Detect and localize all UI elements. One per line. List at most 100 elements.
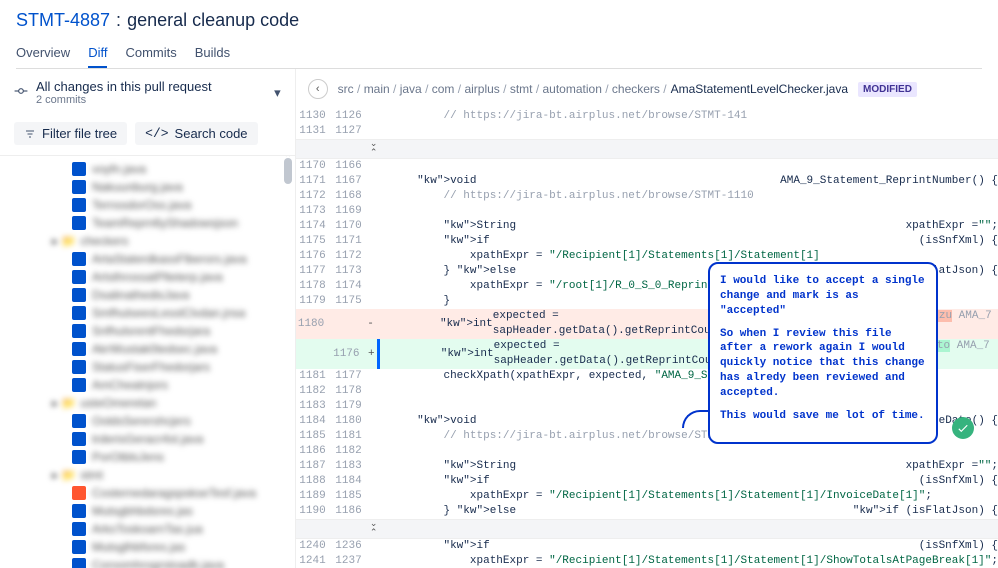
file-icon — [72, 360, 86, 374]
breadcrumb-part[interactable]: com — [432, 82, 455, 96]
line-no-new: 1176 — [331, 347, 366, 362]
ticket-link[interactable]: STMT-4887 — [16, 10, 110, 31]
tree-file[interactable]: SmfhulseesLesslClvdan.jnsa — [10, 304, 295, 322]
changes-selector[interactable]: All changes in this pull request 2 commi… — [0, 69, 295, 116]
breadcrumb-part[interactable]: stmt — [510, 82, 533, 96]
tab-commits[interactable]: Commits — [125, 39, 176, 68]
breadcrumb-part[interactable]: main — [364, 82, 390, 96]
title-text: general cleanup code — [127, 10, 299, 31]
line-no-old: 1175 — [296, 234, 332, 249]
line-no-new: 1180 — [332, 414, 368, 429]
line-no-new: 1236 — [332, 539, 368, 554]
code-line: 11871183 "kw">String xpathExpr = ""; — [296, 459, 998, 474]
tree-folder[interactable]: ▸ 📁 stmt — [10, 466, 295, 484]
tree-folder[interactable]: ▸ 📁 checkers — [10, 232, 295, 250]
filter-tree-button[interactable]: Filter file tree — [14, 122, 127, 145]
tree-file[interactable]: Mutsglhbfsres.jas — [10, 538, 295, 556]
diff-panel: ‹ src / main / java / com / airplus / st… — [296, 69, 998, 568]
breadcrumb-part[interactable]: java — [400, 82, 422, 96]
file-icon — [72, 504, 86, 518]
code-line: 11881184 "kw">if (isSnfXml) { — [296, 474, 998, 489]
breadcrumb-part[interactable]: checkers — [612, 82, 660, 96]
file-label: trderisGeracr4st.java — [92, 432, 203, 446]
tree-scrollbar[interactable] — [281, 156, 295, 568]
file-label: StatusFiserFhedorjars — [92, 360, 210, 374]
tree-file[interactable]: trderisGeracr4st.java — [10, 430, 295, 448]
code-line: 12401236 "kw">if (isSnfXml) { — [296, 539, 998, 554]
breadcrumb-part[interactable]: airplus — [464, 82, 499, 96]
code-line: 11891185 xpathExpr = "/Recipient[1]/Stat… — [296, 489, 998, 504]
file-label: AmCheatnjors — [92, 378, 168, 392]
line-no-new: 1126 — [332, 109, 368, 124]
breadcrumb-part[interactable]: src — [338, 82, 354, 96]
code-line: 11731169 — [296, 204, 998, 219]
line-no-new: 1167 — [332, 174, 368, 189]
line-no-old: 1186 — [296, 444, 332, 459]
tab-diff[interactable]: Diff — [88, 39, 107, 68]
line-no-new: 1166 — [332, 159, 368, 174]
file-icon — [72, 450, 86, 464]
line-no-new: 1127 — [332, 124, 368, 139]
file-icon — [72, 486, 86, 500]
tree-file[interactable]: Nakuunburg.java — [10, 178, 295, 196]
tree-file[interactable]: DsalinathedisJava — [10, 286, 295, 304]
breadcrumb-sep: / — [390, 82, 400, 96]
line-no-new: 1186 — [332, 504, 368, 519]
annotation-p2: So when I review this file after a rewor… — [720, 327, 926, 401]
file-label: CosternedaragspskseTesf.java — [92, 486, 256, 500]
tree-file[interactable]: Mutsgbhbdsres.jas — [10, 502, 295, 520]
breadcrumb-part[interactable]: automation — [543, 82, 602, 96]
code-line: 11721168 // https://jira-bt.airplus.net/… — [296, 189, 998, 204]
commit-count: 2 commits — [36, 94, 212, 106]
line-no-new: 1172 — [332, 249, 368, 264]
tab-overview[interactable]: Overview — [16, 39, 70, 68]
file-tree[interactable]: voyfn.java Nakuunburg.javaTernssdorOss.ja… — [0, 156, 295, 568]
tree-file[interactable]: StatusFiserFhedorjars — [10, 358, 295, 376]
line-no-new: 1177 — [332, 369, 368, 384]
accept-change-button[interactable] — [952, 417, 974, 439]
tree-file[interactable]: ArtsthrossatPlteterp.java — [10, 268, 295, 286]
tree-file[interactable]: TeamReprn6yShadowsjson — [10, 214, 295, 232]
collapse-row[interactable]: ⌄⌃ — [296, 519, 998, 539]
file-icon — [72, 216, 86, 230]
sidebar: All changes in this pull request 2 commi… — [0, 69, 296, 568]
tree-file[interactable]: SnfhulsrentFhedsrjara — [10, 322, 295, 340]
tree-file[interactable]: AmCheatnjors — [10, 376, 295, 394]
line-no-old: 1177 — [296, 264, 332, 279]
file-label: PorOtblsJens — [92, 450, 164, 464]
file-label: ArtsthrossatPlteterp.java — [92, 270, 223, 284]
tree-file[interactable]: TernssdorOss.java — [10, 196, 295, 214]
code-line: 11751171 "kw">if (isSnfXml) { — [296, 234, 998, 249]
file-label: voyfn.java — [92, 162, 146, 176]
line-no-new: 1168 — [332, 189, 368, 204]
code-viewer[interactable]: I would like to accept a single change a… — [296, 109, 998, 568]
line-no-old: 1179 — [296, 294, 332, 309]
collapse-panel-button[interactable]: ‹ — [308, 79, 328, 99]
file-icon — [72, 558, 86, 568]
tree-file[interactable]: AkrWustak0tedsec.java — [10, 340, 295, 358]
file-icon — [72, 324, 86, 338]
tree-file[interactable]: ArksToskoarnTas.jua — [10, 520, 295, 538]
line-no-old: 1180 — [296, 317, 331, 332]
code-line: 12411237 xpathExpr = "/Recipient[1]/Stat… — [296, 554, 998, 568]
breadcrumb-sep: / — [500, 82, 510, 96]
file-icon — [72, 378, 86, 392]
tree-file[interactable]: CosternedaragspskseTesf.java — [10, 484, 295, 502]
tree-file[interactable]: OoldsSerershcjers — [10, 412, 295, 430]
tab-builds[interactable]: Builds — [195, 39, 230, 68]
tree-file[interactable]: PorOtblsJens — [10, 448, 295, 466]
tree-folder[interactable]: ▸ 📁 usteOmeretan — [10, 394, 295, 412]
search-code-button[interactable]: </> Search code — [135, 122, 257, 145]
file-icon — [72, 540, 86, 554]
breadcrumb-sep: / — [532, 82, 542, 96]
tree-file[interactable]: voyfn.java — [10, 160, 295, 178]
breadcrumb-file: AmaStatementLevelChecker.java — [671, 82, 848, 96]
tree-file[interactable]: Coroomhrogrstoadb.java — [10, 556, 295, 568]
title-sep: : — [116, 10, 121, 31]
line-no-old: 1188 — [296, 474, 332, 489]
collapse-row[interactable]: ⌄⌃ — [296, 139, 998, 159]
file-icon — [72, 198, 86, 212]
line-no-old: 1172 — [296, 189, 332, 204]
file-label: ArksToskoarnTas.jua — [92, 522, 203, 536]
tree-file[interactable]: ArtaStaterdkassFlberors.java — [10, 250, 295, 268]
